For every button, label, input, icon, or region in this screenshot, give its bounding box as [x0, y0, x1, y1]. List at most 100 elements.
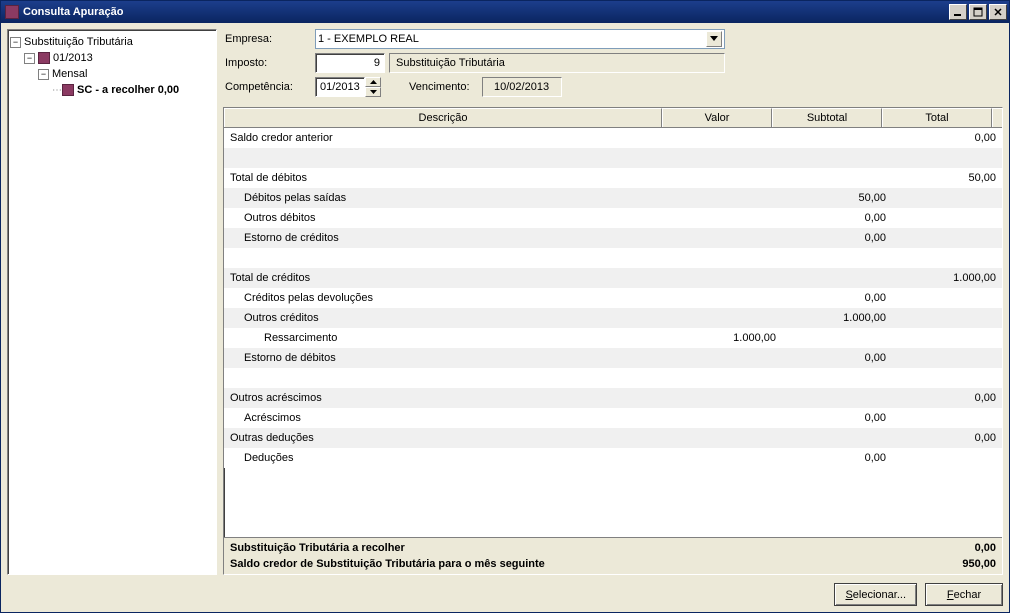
- table-row[interactable]: Créditos pelas devoluções 0,00: [224, 288, 1002, 308]
- fechar-button[interactable]: Fechar: [925, 583, 1003, 606]
- header-total[interactable]: Total: [882, 108, 992, 127]
- window: Consulta Apuração − Substituição: [0, 0, 1010, 613]
- vencimento-value: 10/02/2013: [494, 81, 549, 93]
- cell-total: 50,00: [892, 172, 1002, 184]
- cell-descricao: Outros débitos: [224, 212, 672, 224]
- summary-value: 0,00: [896, 542, 996, 554]
- selecionar-rest: elecionar...: [853, 589, 906, 601]
- maximize-button[interactable]: [969, 4, 987, 20]
- fechar-rest: echar: [954, 589, 982, 601]
- cell-descricao: Saldo credor anterior: [224, 132, 672, 144]
- right-pane: Empresa: 1 - EXEMPLO REAL Imposto: 9: [223, 29, 1003, 575]
- cell-subtotal: 0,00: [782, 292, 892, 304]
- titlebar: Consulta Apuração: [1, 1, 1009, 23]
- tree-label: 01/2013: [53, 52, 93, 64]
- competencia-input[interactable]: 01/2013: [315, 77, 365, 97]
- empresa-select[interactable]: 1 - EXEMPLO REAL: [315, 29, 725, 49]
- table-row[interactable]: Acréscimos0,00: [224, 408, 1002, 428]
- imposto-code-input[interactable]: 9: [315, 53, 385, 73]
- table-row[interactable]: Deduções 0,00: [224, 448, 1002, 468]
- summary-label: Saldo credor de Substituição Tributária …: [230, 558, 896, 570]
- chevron-down-icon[interactable]: [706, 31, 722, 47]
- window-buttons: [949, 4, 1007, 20]
- cell-descricao: Total de débitos: [224, 172, 672, 184]
- table-row[interactable]: Outros créditos1.000,00: [224, 308, 1002, 328]
- cell-descricao: Créditos pelas devoluções: [224, 292, 672, 304]
- imposto-code-value: 9: [374, 57, 380, 69]
- table-row[interactable]: Total de débitos 50,00: [224, 168, 1002, 188]
- table-row[interactable]: Saldo credor anterior 0,00: [224, 128, 1002, 148]
- tree-node-leaf[interactable]: ⋯ SC - a recolher 0,00: [10, 82, 214, 98]
- table-row[interactable]: Ressarcimento1.000,00: [224, 328, 1002, 348]
- tree-node-root[interactable]: − Substituição Tributária: [10, 34, 214, 50]
- header-descricao[interactable]: Descrição: [224, 108, 662, 127]
- cell-total: 0,00: [892, 392, 1002, 404]
- table-row[interactable]: [224, 248, 1002, 268]
- label-competencia: Competência:: [225, 81, 315, 93]
- tree-node-period[interactable]: − 01/2013: [10, 50, 214, 66]
- cell-subtotal: 0,00: [782, 352, 892, 364]
- spinner-down-icon[interactable]: [365, 87, 381, 97]
- table-row[interactable]: Outras deduções 0,00: [224, 428, 1002, 448]
- cell-descricao: Débitos pelas saídas: [224, 192, 672, 204]
- tree-node-freq[interactable]: − Mensal: [10, 66, 214, 82]
- grid-body[interactable]: Saldo credor anterior 0,00 Total de débito…: [224, 128, 1002, 537]
- dialog-buttons: Selecionar... Fechar: [7, 575, 1003, 606]
- minimize-button[interactable]: [949, 4, 967, 20]
- client-area: − Substituição Tributária − 01/2013: [1, 23, 1009, 612]
- collapse-icon[interactable]: −: [38, 69, 49, 80]
- table-row[interactable]: Total de créditos1.000,00: [224, 268, 1002, 288]
- cell-total: 1.000,00: [892, 272, 1002, 284]
- cell-subtotal: 0,00: [782, 232, 892, 244]
- tree-label: SC - a recolher 0,00: [77, 84, 179, 96]
- header-gutter: [992, 108, 1002, 127]
- spinner-up-icon[interactable]: [365, 77, 381, 87]
- imposto-desc-value: Substituição Tributária: [396, 57, 505, 69]
- summary-row: Substituição Tributária a recolher 0,00: [230, 540, 996, 556]
- cell-valor: 1.000,00: [672, 332, 782, 344]
- cell-subtotal: 50,00: [782, 192, 892, 204]
- label-vencimento: Vencimento:: [409, 81, 470, 93]
- table-row[interactable]: Outros acréscimos 0,00: [224, 388, 1002, 408]
- grid-header: Descrição Valor Subtotal Total: [224, 108, 1002, 128]
- form-header: Empresa: 1 - EXEMPLO REAL Imposto: 9: [223, 29, 1003, 107]
- summary-row: Saldo credor de Substituição Tributária …: [230, 556, 996, 572]
- table-row[interactable]: [224, 148, 1002, 168]
- table-row[interactable]: [224, 368, 1002, 388]
- close-button[interactable]: [989, 4, 1007, 20]
- cell-descricao: Outros acréscimos: [224, 392, 672, 404]
- table-row[interactable]: Estorno de débitos 0,00: [224, 348, 1002, 368]
- cell-subtotal: 0,00: [782, 212, 892, 224]
- label-imposto: Imposto:: [225, 57, 315, 69]
- cell-descricao: Ressarcimento: [224, 332, 672, 344]
- window-title: Consulta Apuração: [23, 6, 949, 18]
- collapse-icon[interactable]: −: [10, 37, 21, 48]
- cell-total: 0,00: [892, 432, 1002, 444]
- cell-descricao: Estorno de créditos: [224, 232, 672, 244]
- tree-view[interactable]: − Substituição Tributária − 01/2013: [7, 29, 217, 575]
- header-subtotal[interactable]: Subtotal: [772, 108, 882, 127]
- cell-descricao: Deduções: [224, 452, 672, 464]
- collapse-icon[interactable]: −: [24, 53, 35, 64]
- selecionar-accel: S: [845, 589, 852, 601]
- table-row[interactable]: Estorno de créditos 0,00: [224, 228, 1002, 248]
- competencia-value: 01/2013: [320, 81, 360, 93]
- table-row[interactable]: Débitos pelas saídas 50,00: [224, 188, 1002, 208]
- cell-subtotal: 0,00: [782, 452, 892, 464]
- cell-descricao: Outros créditos: [224, 312, 672, 324]
- document-icon: [62, 84, 74, 96]
- app-icon: [5, 5, 19, 19]
- selecionar-button[interactable]: Selecionar...: [834, 583, 917, 606]
- cell-descricao: Outras deduções: [224, 432, 672, 444]
- header-valor[interactable]: Valor: [662, 108, 772, 127]
- tree-connector-icon: ⋯: [52, 85, 62, 96]
- fechar-accel: F: [947, 589, 954, 601]
- cell-total: 0,00: [892, 132, 1002, 144]
- cell-subtotal: 0,00: [782, 412, 892, 424]
- grid-summary: Substituição Tributária a recolher 0,00 …: [224, 537, 1002, 574]
- cell-descricao: Estorno de débitos: [224, 352, 672, 364]
- competencia-spinner[interactable]: 01/2013: [315, 77, 381, 97]
- table-row[interactable]: Outros débitos 0,00: [224, 208, 1002, 228]
- tree-label: Mensal: [52, 68, 87, 80]
- summary-value: 950,00: [896, 558, 996, 570]
